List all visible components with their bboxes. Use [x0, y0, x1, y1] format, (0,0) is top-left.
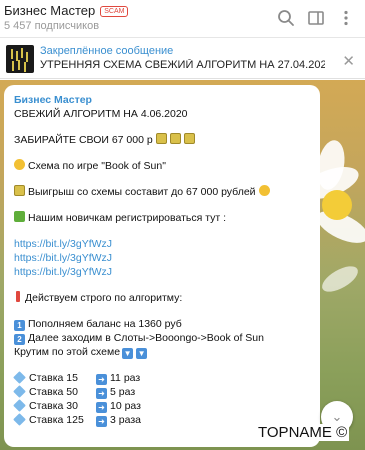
diamond-icon — [13, 413, 26, 426]
message-line: 1 Пополняем баланс на 1360 руб — [14, 317, 310, 331]
referral-link[interactable]: https://bit.ly/3gYfWzJ — [14, 237, 310, 251]
scream-icon — [258, 185, 270, 196]
message-line: Действуем строго по алгоритму: — [14, 291, 310, 305]
message-line: Крутим по этой схеме ▼ ▼ — [14, 346, 148, 359]
arrow-right-icon: ➜ — [96, 402, 107, 413]
scam-badge: SCAM — [100, 6, 129, 17]
arrow-right-icon: ➜ — [96, 416, 107, 427]
message-line: 2 Далее заходим в Слоты->Booongo->Book of… — [14, 331, 310, 345]
referral-link[interactable]: https://bit.ly/3gYfWzJ — [14, 265, 310, 279]
chevron-down-icon: ⌄ — [331, 409, 343, 424]
arrow-right-icon: ➜ — [96, 374, 107, 385]
keycap-1-icon: 1 — [14, 320, 25, 331]
message-line: Нашим новичкам регистрироваться тут : — [14, 211, 310, 225]
arrow-right-icon: ➜ — [96, 388, 107, 399]
channel-name: Бизнес Мастер — [4, 3, 96, 18]
money-bag-icon — [155, 133, 167, 144]
message-line: Схема по игре "Book of Sun" — [14, 159, 310, 173]
keycap-2-icon: 2 — [14, 334, 25, 345]
stake-row: Ставка 50 ➜ 5 раз — [13, 385, 310, 399]
pinned-thumbnail — [6, 45, 34, 73]
diamond-icon — [13, 371, 26, 384]
search-icon[interactable] — [276, 8, 296, 28]
smiley-icon — [14, 159, 25, 170]
pinned-title: Закреплённое сообщение — [40, 45, 174, 57]
diamond-icon — [13, 399, 26, 412]
money-bag-icon — [14, 185, 25, 196]
channel-header: Бизнес Мастер SCAM 5 457 подписчиков — [0, 0, 365, 38]
money-bag-icon — [169, 133, 181, 144]
close-icon[interactable]: ✕ — [342, 52, 355, 70]
referral-link[interactable]: https://bit.ly/3gYfWzJ — [14, 251, 310, 265]
arrow-down-icon: ▼ — [136, 348, 148, 359]
message-bubble: Бизнес Мастер СВЕЖИЙ АЛГОРИТМ НА 4.06.20… — [4, 85, 320, 447]
message-line: Выигрыш со схемы составит до 67 000 рубл… — [14, 185, 310, 199]
pinned-message-bar[interactable]: Закреплённое сообщение УТРЕННЯЯ СХЕМА СВ… — [0, 39, 365, 79]
money-bag-icon — [183, 133, 195, 144]
message-line: СВЕЖИЙ АЛГОРИТМ НА 4.06.2020 — [14, 108, 188, 120]
stake-row: Ставка 15 ➜ 11 раз — [13, 371, 310, 385]
more-vertical-icon[interactable] — [336, 8, 356, 28]
arrow-down-icon: ▼ — [122, 348, 134, 359]
stake-row: Ставка 30 ➜ 10 раз — [13, 399, 310, 413]
message-line: ЗАБИРАЙТЕ СВОИ 67 000 р — [14, 133, 310, 147]
diamond-icon — [13, 385, 26, 398]
message-author[interactable]: Бизнес Мастер — [14, 93, 310, 107]
subscriber-count: 5 457 подписчиков — [4, 20, 100, 32]
exclamation-icon — [16, 291, 20, 302]
pinned-text: УТРЕННЯЯ СХЕМА СВЕЖИЙ АЛГОРИТМ НА 27.04.… — [40, 59, 325, 71]
beginner-icon — [14, 211, 25, 222]
sidebar-toggle-icon[interactable] — [306, 8, 326, 28]
watermark: TOPNAME © — [256, 424, 350, 441]
channel-title[interactable]: Бизнес Мастер SCAM — [4, 3, 129, 18]
